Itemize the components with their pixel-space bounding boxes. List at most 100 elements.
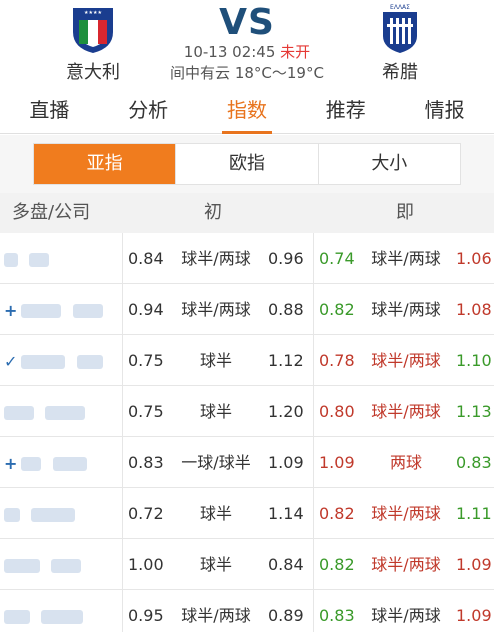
column-divider [122,437,123,488]
current-away-odds: 0.83 [456,453,492,472]
current-home-odds: 0.83 [319,606,355,625]
current-handicap: 两球 [389,453,422,472]
current-away-odds: 1.09 [456,555,492,574]
column-divider [122,284,123,335]
initial-home-odds: 0.83 [128,453,164,472]
company-name-blurred[interactable] [4,488,114,539]
home-team-name: 意大利 [66,62,120,83]
current-home-odds: 0.82 [319,555,355,574]
current-home-odds: 1.09 [319,453,355,472]
match-info: 10-13 02:45 未开 间中有云 18°C～19°C [140,42,354,84]
blurred-text [45,405,86,420]
table-row[interactable]: 0.84 球半/两球 0.96 0.74 球半/两球 1.06 [0,233,494,284]
current-away-odds: 1.06 [456,249,492,268]
company-name-blurred[interactable] [4,386,114,437]
company-name-blurred[interactable] [4,539,114,590]
header-company[interactable]: 多盘/公司 [12,193,90,233]
current-away-odds: 1.08 [456,300,492,319]
column-divider [313,233,314,284]
current-away-odds: 1.09 [456,606,492,625]
column-divider [122,386,123,437]
odds-table-body: 0.84 球半/两球 0.96 0.74 球半/两球 1.06 + 0.94 球半/两球 0.8… [0,233,494,632]
initial-away-odds: 1.14 [268,504,304,523]
current-away-odds: 1.13 [456,402,492,421]
company-name-blurred[interactable] [4,590,114,632]
table-row[interactable]: 0.75 球半 1.20 0.80 球半/两球 1.13 [0,386,494,437]
blurred-text [4,609,30,624]
table-row[interactable]: + 0.94 球半/两球 0.88 0.82 球半/两球 1.08 [0,284,494,335]
column-divider [313,590,314,632]
match-datetime: 10-13 02:45 [183,43,276,61]
column-divider [313,437,314,488]
tab-analysis[interactable]: 分析 [99,88,198,133]
company-name-blurred[interactable]: + [4,284,114,336]
subtab-over-under[interactable]: 大小 [317,144,460,184]
vs-label: VS [219,2,275,43]
initial-away-odds: 0.88 [268,300,304,319]
table-row[interactable]: ✓ 0.75 球半 1.12 0.78 球半/两球 1.10 [0,335,494,386]
initial-home-odds: 0.72 [128,504,164,523]
initial-home-odds: 0.75 [128,351,164,370]
current-handicap: 球半/两球 [371,351,441,370]
current-home-odds: 0.80 [319,402,355,421]
company-name-blurred[interactable]: ✓ [4,335,114,387]
blurred-text [41,609,84,624]
blurred-text [72,303,103,318]
away-team[interactable]: ΕΛΛΑΣ 希腊 [355,2,445,84]
odds-type-bar: 亚指 欧指 大小 [0,135,494,193]
initial-away-odds: 1.12 [268,351,304,370]
column-divider [313,284,314,335]
initial-home-odds: 0.94 [128,300,164,319]
initial-home-odds: 1.00 [128,555,164,574]
initial-handicap: 一球/球半 [181,453,251,472]
blurred-text [4,405,34,420]
initial-home-odds: 0.95 [128,606,164,625]
table-row[interactable]: 0.95 球半/两球 0.89 0.83 球半/两球 1.09 [0,590,494,632]
column-divider [122,335,123,386]
column-divider [122,539,123,590]
row-mark-icon: ✓ [4,352,18,371]
table-row[interactable]: 1.00 球半 0.84 0.82 球半/两球 1.09 [0,539,494,590]
blurred-text [4,558,40,573]
italy-crest-icon: ★★★★ [70,2,116,54]
column-divider [122,590,123,632]
current-away-odds: 1.11 [456,504,492,523]
table-row[interactable]: + 0.83 一球/球半 1.09 1.09 两球 0.83 [0,437,494,488]
column-divider [313,539,314,590]
company-name-blurred[interactable]: + [4,437,114,489]
home-team[interactable]: ★★★★ 意大利 [48,2,138,84]
tab-intel[interactable]: 情报 [395,88,494,133]
initial-away-odds: 1.20 [268,402,304,421]
main-tabs: 直播 分析 指数 推荐 情报 [0,88,494,134]
blurred-text [29,252,50,267]
subtab-european-odds[interactable]: 欧指 [175,144,317,184]
blurred-text [4,252,18,267]
current-away-odds: 1.10 [456,351,492,370]
greece-crest-text: ΕΛΛΑΣ [390,4,410,11]
match-status: 未开 [280,43,311,61]
subtab-asian-handicap[interactable]: 亚指 [34,144,176,184]
initial-away-odds: 0.89 [268,606,304,625]
initial-handicap: 球半/两球 [181,606,251,625]
current-handicap: 球半/两球 [371,402,441,421]
blurred-text [21,303,62,318]
initial-handicap: 球半 [199,555,232,574]
odds-table-header: 多盘/公司 初 即 [0,193,494,233]
company-name-blurred[interactable] [4,233,114,284]
initial-home-odds: 0.75 [128,402,164,421]
table-row[interactable]: 0.72 球半 1.14 0.82 球半/两球 1.11 [0,488,494,539]
tab-live[interactable]: 直播 [0,88,99,133]
current-home-odds: 0.78 [319,351,355,370]
initial-handicap: 球半 [199,402,232,421]
tab-odds[interactable]: 指数 [198,88,297,134]
initial-away-odds: 0.96 [268,249,304,268]
match-header: ★★★★ 意大利 VS 10-13 02:45 未开 间中有云 18°C～19°… [0,0,494,88]
tab-recommend[interactable]: 推荐 [296,88,395,133]
initial-handicap: 球半/两球 [181,249,251,268]
header-initial: 初 [204,202,222,223]
current-handicap: 球半/两球 [371,555,441,574]
blurred-text [76,354,103,369]
odds-type-tabs: 亚指 欧指 大小 [33,143,461,185]
initial-handicap: 球半 [199,504,232,523]
column-divider [313,386,314,437]
